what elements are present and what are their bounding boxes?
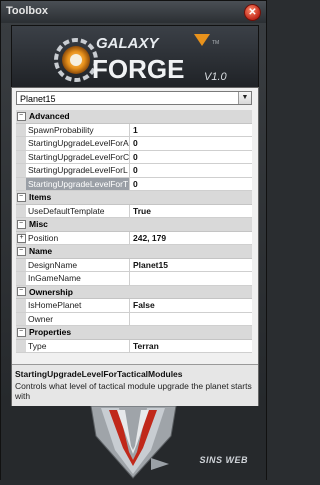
property-value[interactable]: 0 <box>130 137 252 150</box>
description-pane: StartingUpgradeLevelForTacticalModules C… <box>12 364 258 406</box>
logo-tm: TM <box>212 40 219 46</box>
category-items[interactable]: − Items <box>16 191 252 205</box>
category-name[interactable]: − Name <box>16 245 252 259</box>
property-grid: − Advanced SpawnProbability 1 StartingUpgrad… <box>16 110 252 353</box>
property-row[interactable]: Type Terran <box>16 339 252 353</box>
object-selector-value: Planet15 <box>20 94 56 104</box>
row-gutter <box>16 204 26 217</box>
title-bar[interactable]: Toolbox ✕ <box>1 1 266 23</box>
row-gutter <box>16 137 26 150</box>
property-row[interactable]: UseDefaultTemplate True <box>16 204 252 218</box>
collapse-icon[interactable]: − <box>16 245 26 258</box>
property-name[interactable]: UseDefaultTemplate <box>26 204 130 217</box>
galaxy-forge-logo: GALAXY FORGE TM V1.0 <box>11 25 259 89</box>
property-row[interactable]: + Position 242, 179 <box>16 231 252 245</box>
property-row[interactable]: StartingUpgradeLevelForL 0 <box>16 164 252 178</box>
property-value[interactable] <box>130 272 252 285</box>
property-name[interactable]: StartingUpgradeLevelForC <box>26 150 130 163</box>
property-row[interactable]: DesignName Planet15 <box>16 258 252 272</box>
category-label: Properties <box>29 327 72 337</box>
property-value[interactable] <box>130 313 252 326</box>
row-gutter <box>16 312 26 325</box>
property-name[interactable]: IsHomePlanet <box>26 299 130 312</box>
property-name[interactable]: Type <box>26 339 130 352</box>
sins-web-brand[interactable]: SINS WEB <box>199 455 248 465</box>
row-gutter <box>16 272 26 285</box>
property-name[interactable]: Position <box>26 231 130 244</box>
category-label: Items <box>29 192 52 202</box>
chevron-down-icon[interactable]: ▼ <box>238 92 251 104</box>
logo-line2: FORGE <box>92 54 184 84</box>
collapse-icon[interactable]: − <box>16 286 26 299</box>
property-row[interactable]: StartingUpgradeLevelForA 0 <box>16 137 252 151</box>
close-icon[interactable]: ✕ <box>244 4 261 21</box>
row-gutter <box>16 177 26 190</box>
category-advanced[interactable]: − Advanced <box>16 110 252 124</box>
minus-icon[interactable]: − <box>16 219 26 229</box>
toolbox-window: Toolbox ✕ GALAXY FORGE TM V1.0 Planet15 <box>0 0 267 480</box>
property-row[interactable]: StartingUpgradeLevelForC 0 <box>16 150 252 164</box>
description-title: StartingUpgradeLevelForTacticalModules <box>15 369 183 379</box>
property-value[interactable]: 0 <box>130 178 252 191</box>
collapse-icon[interactable]: − <box>16 110 26 123</box>
property-row[interactable]: IsHomePlanet False <box>16 299 252 313</box>
description-text: Controls what level of tactical module u… <box>15 381 252 401</box>
property-row[interactable]: Owner <box>16 312 252 326</box>
property-value[interactable]: 0 <box>130 164 252 177</box>
footer-emblem <box>1 405 266 480</box>
collapse-icon[interactable]: − <box>16 326 26 339</box>
property-row[interactable]: SpawnProbability 1 <box>16 123 252 137</box>
property-value[interactable]: Terran <box>130 340 252 353</box>
plus-icon[interactable]: + <box>17 233 26 243</box>
minus-icon[interactable]: − <box>16 192 26 202</box>
row-gutter <box>16 258 26 271</box>
row-gutter: + <box>16 231 26 244</box>
category-ownership[interactable]: − Ownership <box>16 285 252 299</box>
row-gutter <box>16 299 26 312</box>
row-gutter <box>16 164 26 177</box>
category-label: Name <box>29 246 53 256</box>
property-value[interactable]: Planet15 <box>130 259 252 272</box>
property-value[interactable]: True <box>130 205 252 218</box>
minus-icon[interactable]: − <box>16 246 26 256</box>
property-name[interactable]: StartingUpgradeLevelForT <box>26 177 130 190</box>
window-title: Toolbox <box>6 5 48 17</box>
row-gutter <box>16 123 26 136</box>
row-gutter <box>16 339 26 352</box>
row-gutter <box>16 150 26 163</box>
object-selector[interactable]: Planet15 ▼ <box>16 91 252 105</box>
property-name[interactable]: InGameName <box>26 272 130 285</box>
property-row[interactable]: StartingUpgradeLevelForT 0 <box>16 177 252 191</box>
property-name[interactable]: SpawnProbability <box>26 123 130 136</box>
collapse-icon[interactable]: − <box>16 218 26 231</box>
property-name[interactable]: StartingUpgradeLevelForA <box>26 137 130 150</box>
collapse-icon[interactable]: − <box>16 191 26 204</box>
category-label: Ownership <box>29 286 73 297</box>
minus-icon[interactable]: − <box>16 287 26 297</box>
property-name[interactable]: DesignName <box>26 258 130 271</box>
property-value[interactable]: 1 <box>130 124 252 137</box>
property-panel: Planet15 ▼ − Advanced SpawnProbability 1 Sta… <box>11 87 259 407</box>
minus-icon[interactable]: − <box>16 111 26 121</box>
category-label: Misc <box>29 219 48 229</box>
footer-graphic: SINS WEB <box>1 405 266 480</box>
logo-line1: GALAXY <box>96 35 161 52</box>
property-row[interactable]: InGameName <box>16 272 252 286</box>
property-value[interactable]: False <box>130 299 252 312</box>
property-name[interactable]: StartingUpgradeLevelForL <box>26 164 130 177</box>
category-properties[interactable]: − Properties <box>16 326 252 340</box>
property-value[interactable]: 0 <box>130 151 252 164</box>
property-value[interactable]: 242, 179 <box>130 232 252 245</box>
category-label: Advanced <box>29 111 70 121</box>
minus-icon[interactable]: − <box>16 327 26 337</box>
property-name[interactable]: Owner <box>26 312 130 325</box>
category-misc[interactable]: − Misc <box>16 218 252 232</box>
logo-graphic: GALAXY FORGE TM V1.0 <box>54 34 228 84</box>
logo-version: V1.0 <box>204 71 228 83</box>
